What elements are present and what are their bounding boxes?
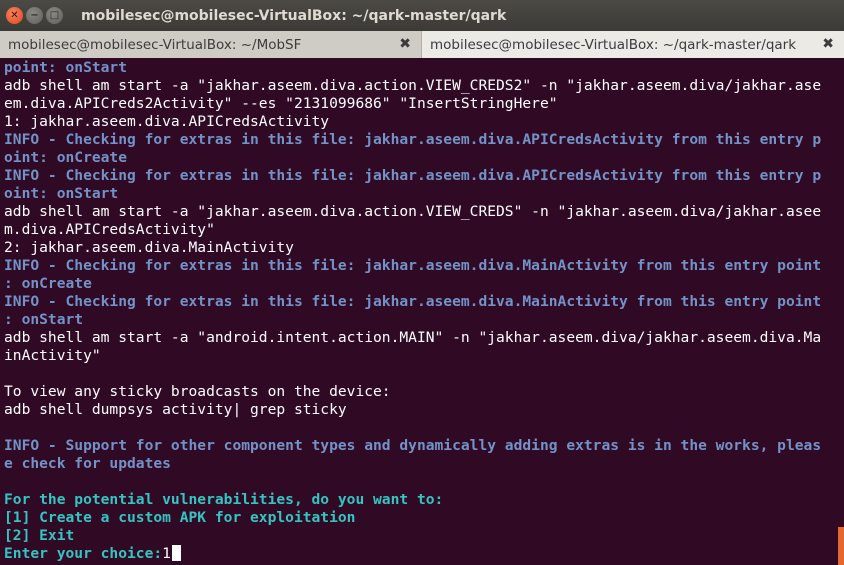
tab-mobsf[interactable]: mobilesec@mobilesec-VirtualBox: ~/MobSF … (0, 31, 422, 58)
terminal-line: m.diva.APICredsActivity" (4, 221, 215, 238)
window-title: mobilesec@mobilesec-VirtualBox: ~/qark-m… (81, 7, 507, 24)
terminal-line: inActivity" (4, 347, 101, 364)
terminal-line: [2] Exit (4, 527, 75, 544)
minimize-window-button[interactable]: − (26, 7, 43, 24)
terminal-line: oint: onCreate (4, 149, 128, 166)
window-controls: ✕ − □ (6, 7, 66, 24)
choice-input-value[interactable]: 1 (162, 545, 171, 562)
terminal-line: adb shell am start -a "android.intent.ac… (4, 329, 822, 346)
scrollbar-thumb[interactable] (838, 527, 844, 565)
terminal-line: INFO - Support for other component types… (4, 437, 822, 454)
tab-label: mobilesec@mobilesec-VirtualBox: ~/MobSF (8, 36, 302, 53)
choice-prompt-label: Enter your choice: (4, 545, 163, 562)
terminal-line: For the potential vulnerabilities, do yo… (4, 491, 444, 508)
terminal-line: point: onStart (4, 59, 128, 76)
tab-bar: mobilesec@mobilesec-VirtualBox: ~/MobSF … (0, 31, 844, 58)
terminal-line: e check for updates (4, 455, 171, 472)
terminal-line: INFO - Checking for extras in this file:… (4, 293, 822, 310)
terminal-scrollbar[interactable] (838, 59, 844, 565)
terminal-output[interactable]: point: onStart adb shell am start -a "jak… (0, 59, 838, 565)
terminal-line: : onStart (4, 311, 84, 328)
text-cursor (171, 545, 181, 561)
tab-qark[interactable]: mobilesec@mobilesec-VirtualBox: ~/qark-m… (422, 31, 844, 58)
terminal-line: 2: jakhar.aseem.diva.MainActivity (4, 239, 294, 256)
terminal-line: adb shell am start -a "jakhar.aseem.diva… (4, 77, 822, 94)
terminal-line: To view any sticky broadcasts on the dev… (4, 383, 391, 400)
close-window-button[interactable]: ✕ (6, 7, 23, 24)
terminal-line: oint: onStart (4, 185, 119, 202)
terminal-line: INFO - Checking for extras in this file:… (4, 167, 822, 184)
terminal-line: [1] Create a custom APK for exploitation (4, 509, 356, 526)
terminal-line: adb shell dumpsys activity| grep sticky (4, 401, 347, 418)
tab-close-icon[interactable]: ✖ (822, 36, 834, 52)
tab-close-icon[interactable]: ✖ (399, 36, 411, 52)
terminal-line: : onCreate (4, 275, 92, 292)
window-titlebar[interactable]: ✕ − □ mobilesec@mobilesec-VirtualBox: ~/… (0, 0, 844, 31)
terminal-line: INFO - Checking for extras in this file:… (4, 257, 822, 274)
terminal-line: 1: jakhar.aseem.diva.APICredsActivity (4, 113, 330, 130)
maximize-window-button[interactable]: □ (46, 7, 63, 24)
terminal-line: em.diva.APICreds2Activity" --es "2131099… (4, 95, 558, 112)
terminal-line: INFO - Checking for extras in this file:… (4, 131, 822, 148)
terminal-line: adb shell am start -a "jakhar.aseem.diva… (4, 203, 822, 220)
choice-prompt-line[interactable]: Enter your choice:1 (0, 545, 838, 563)
tab-label: mobilesec@mobilesec-VirtualBox: ~/qark-m… (430, 36, 797, 53)
